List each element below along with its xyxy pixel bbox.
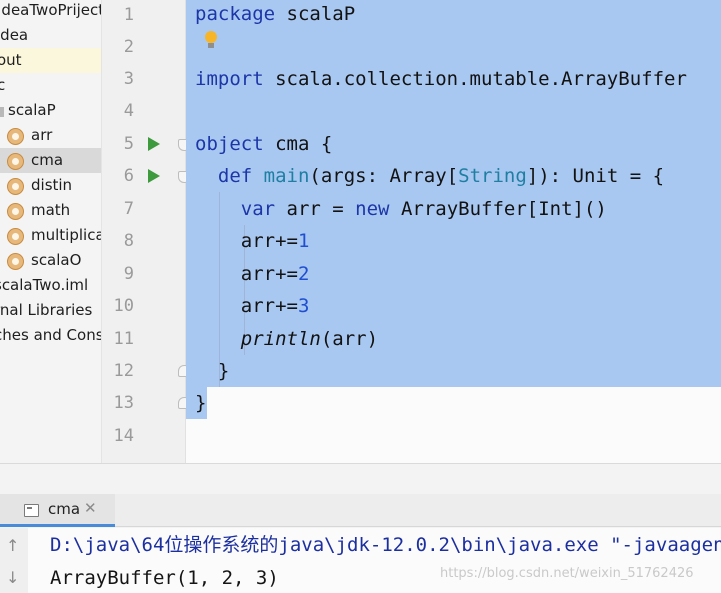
scala-object-icon	[7, 153, 24, 170]
run-tab-cma[interactable]: cma ✕	[0, 494, 115, 527]
close-icon[interactable]: ✕	[84, 499, 97, 517]
tree-item-src[interactable]: c	[0, 73, 101, 98]
run-main-icon[interactable]	[148, 169, 160, 183]
line-number: 1	[123, 5, 134, 25]
line-number: 2	[123, 37, 134, 57]
tree-item-scratches[interactable]: ches and Cons	[0, 323, 102, 348]
tree-item-label: arr	[31, 126, 53, 144]
tree-item-label: IdeaTwoPriject	[0, 1, 102, 19]
tree-item-math[interactable]: math	[0, 198, 101, 223]
console-result-line: ArrayBuffer(1, 2, 3)	[50, 567, 279, 589]
line-number: 10	[113, 296, 134, 316]
scala-object-icon	[7, 203, 24, 220]
run-tab-label: cma	[48, 500, 81, 518]
scala-object-icon	[7, 228, 24, 245]
line-number: 5	[123, 134, 134, 154]
arrow-down-icon[interactable]: ↓	[6, 568, 19, 587]
tree-item-label: c	[0, 73, 5, 98]
line-number: 13	[113, 393, 134, 413]
line-number: 3	[123, 69, 134, 89]
console-icon	[24, 504, 39, 517]
code-line: package scalaP	[195, 3, 356, 25]
tree-item-label: scalaTwo.iml	[0, 276, 89, 294]
line-number: 4	[123, 101, 134, 121]
code-line: def main(args: Array[String]): Unit = {	[217, 165, 665, 187]
code-line: object cma {	[195, 133, 333, 155]
line-number: 11	[113, 329, 134, 349]
console-command-line: D:\java\64位操作系统的java\jdk-12.0.2\bin\java…	[50, 534, 721, 556]
tree-item-label: multiplica	[31, 226, 102, 244]
tree-item-label: math	[31, 201, 71, 219]
console-output[interactable]: D:\java\64位操作系统的java\jdk-12.0.2\bin\java…	[28, 528, 721, 593]
tree-item-distin[interactable]: distin	[0, 173, 101, 198]
tree-item-label: idea	[0, 26, 29, 44]
tree-item-scalaO[interactable]: scalaO	[0, 248, 101, 273]
tree-item-scalaP[interactable]: scalaP	[0, 98, 101, 123]
line-number: 12	[113, 361, 134, 381]
editor-gutter: 1 2 3 4 5 6 7 8 9 10 11 12 13 14	[102, 0, 186, 463]
tree-item-label: ches and Cons	[0, 326, 102, 344]
tree-item-iml[interactable]: scalaTwo.iml	[0, 273, 101, 298]
code-line: import scala.collection.mutable.ArrayBuf…	[195, 68, 687, 90]
watermark: https://blog.csdn.net/weixin_51762426	[440, 566, 694, 581]
run-tab-bar: cma ✕	[0, 494, 721, 527]
package-icon	[0, 107, 4, 117]
tree-item-arr[interactable]: arr	[0, 123, 101, 148]
line-number: 7	[123, 199, 134, 219]
tree-item-out[interactable]: out	[0, 48, 101, 73]
run-object-icon[interactable]	[148, 137, 160, 151]
code-line: arr+=2	[240, 263, 310, 285]
tree-item-label: distin	[31, 176, 73, 194]
scala-object-icon	[7, 128, 24, 145]
tree-item-label: scalaO	[31, 251, 82, 269]
code-line: }	[217, 360, 230, 382]
tree-item-label: rnal Libraries	[0, 301, 93, 319]
tree-item-multiplica[interactable]: multiplica	[0, 223, 102, 248]
line-number: 8	[123, 231, 134, 251]
code-editor[interactable]: package scalaP import scala.collection.m…	[186, 0, 721, 463]
tree-item-label: out	[0, 51, 22, 69]
tree-item-cma[interactable]: cma	[0, 148, 101, 173]
project-tree: IdeaTwoPriject idea out c scalaP arr cma…	[0, 0, 102, 463]
code-line: arr+=3	[240, 295, 310, 317]
lightbulb-icon[interactable]	[204, 31, 218, 49]
code-line: }	[195, 392, 207, 414]
tree-item-label: scalaP	[8, 101, 56, 119]
code-line: println(arr)	[240, 328, 379, 350]
tree-item-project[interactable]: IdeaTwoPriject	[0, 0, 102, 23]
line-number: 9	[123, 264, 134, 284]
line-number: 6	[123, 166, 134, 186]
tree-item-external-libraries[interactable]: rnal Libraries	[0, 298, 101, 323]
code-line: var arr = new ArrayBuffer[Int]()	[240, 198, 607, 220]
line-number: 14	[113, 426, 134, 446]
scala-object-icon	[7, 178, 24, 195]
arrow-up-icon[interactable]: ↑	[6, 536, 19, 555]
tree-item-label: cma	[31, 151, 64, 169]
scala-object-icon	[7, 253, 24, 270]
code-line: arr+=1	[240, 230, 310, 252]
tree-item-idea[interactable]: idea	[0, 23, 101, 48]
console-toolbar: ↑ ↓	[0, 528, 28, 593]
